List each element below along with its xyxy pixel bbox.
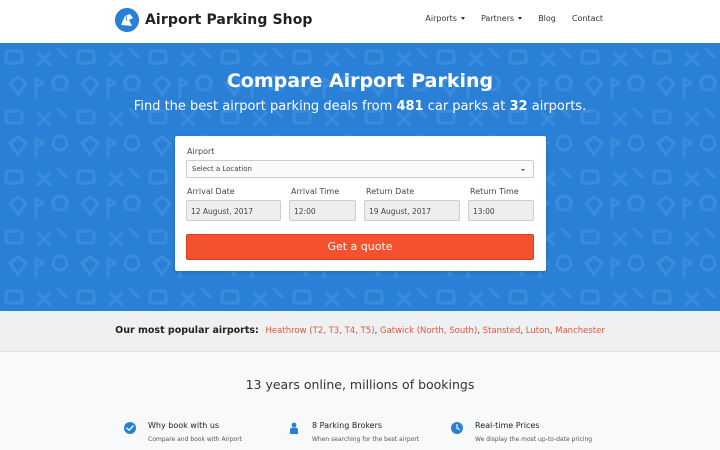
- link-gatwick[interactable]: Gatwick: [380, 326, 414, 336]
- nav-partners[interactable]: Partners: [480, 14, 523, 23]
- link-manchester[interactable]: Manchester: [555, 326, 605, 336]
- arrival-time-field[interactable]: 12:00: [289, 200, 356, 221]
- get-quote-button[interactable]: Get a quote: [186, 234, 534, 260]
- feature-title: Real-time Prices: [475, 421, 540, 430]
- link-luton[interactable]: Luton: [526, 326, 550, 336]
- link-heathrow-t3[interactable]: T3: [329, 326, 340, 336]
- link-heathrow-t5[interactable]: T5: [361, 326, 372, 336]
- hero-subtitle-middle: car parks at: [423, 99, 510, 114]
- brand-logo[interactable]: Airport Parking Shop: [115, 8, 313, 32]
- car-park-count: 481: [396, 99, 424, 114]
- return-date-label: Return Date: [366, 187, 415, 196]
- arrival-time-label: Arrival Time: [291, 187, 340, 196]
- popular-airports-list: Our most popular airports: Heathrow (T2,…: [115, 325, 605, 336]
- nav-airports-label: Airports: [425, 14, 457, 23]
- feature-text: When searching for the best airport: [312, 436, 420, 443]
- link-heathrow-t2[interactable]: T2: [313, 326, 324, 336]
- person-icon: [290, 422, 298, 434]
- chevron-down-icon: [518, 17, 523, 20]
- feature-real-time-prices: Real-time Prices We display the most up-…: [451, 421, 592, 443]
- feature-title: 8 Parking Brokers: [312, 421, 383, 430]
- return-date-field[interactable]: 19 August, 2017: [364, 200, 460, 221]
- logo-icon: [115, 8, 139, 32]
- nav-partners-label: Partners: [480, 14, 515, 23]
- popular-airports-bar: Our most popular airports: Heathrow (T2,…: [0, 311, 720, 352]
- arrival-time-value: 12:00: [294, 207, 316, 216]
- chevron-down-icon: [460, 17, 465, 20]
- arrival-date-label: Arrival Date: [187, 187, 235, 196]
- nav-blog[interactable]: Blog: [538, 14, 556, 23]
- return-time-label: Return Time: [470, 187, 519, 196]
- hero-subtitle-start: Find the best airport parking deals from: [133, 99, 397, 114]
- clock-icon: [451, 422, 463, 434]
- return-time-value: 13:00: [473, 207, 495, 216]
- main-nav: Airports Partners Blog Contact: [409, 14, 603, 23]
- hero-title: Compare Airport Parking: [226, 70, 494, 92]
- hero-subtitle: Find the best airport parking deals from…: [0, 99, 720, 114]
- check-circle-icon: [124, 422, 136, 434]
- brand-name: Airport Parking Shop: [145, 12, 313, 28]
- nav-blog-label: Blog: [538, 14, 556, 23]
- return-time-field[interactable]: 13:00: [468, 200, 534, 221]
- chevron-down-icon: [521, 169, 525, 171]
- link-gatwick-north[interactable]: North: [420, 326, 444, 336]
- nav-contact-label: Contact: [571, 14, 603, 23]
- popular-airports-label: Our most popular airports:: [115, 325, 259, 336]
- airport-label: Airport: [187, 147, 215, 156]
- airport-select[interactable]: Select a Location: [186, 160, 534, 178]
- airport-select-value: Select a Location: [192, 165, 252, 173]
- airport-count: 32: [509, 99, 528, 114]
- nav-airports[interactable]: Airports: [425, 14, 465, 23]
- link-heathrow[interactable]: Heathrow: [266, 326, 307, 336]
- return-date-value: 19 August, 2017: [369, 207, 432, 216]
- link-stansted[interactable]: Stansted: [483, 326, 521, 336]
- feature-parking-brokers: 8 Parking Brokers When searching for the…: [288, 421, 419, 443]
- arrival-date-value: 12 August, 2017: [191, 207, 254, 216]
- quote-form: Airport Select a Location Arrival Date 1…: [175, 136, 546, 271]
- feature-text: Compare and book with Airport: [148, 436, 243, 443]
- link-heathrow-t4[interactable]: T4: [345, 326, 356, 336]
- hero-section: Compare Airport Parking Find the best ai…: [0, 43, 720, 311]
- arrival-date-field[interactable]: 12 August, 2017: [186, 200, 281, 221]
- feature-why-book: Why book with us Compare and book with A…: [124, 421, 242, 443]
- years-online-heading: 13 years online, millions of bookings: [245, 377, 475, 392]
- hero-subtitle-end: airports.: [527, 99, 587, 114]
- feature-text: We display the most up-to-date pricing: [475, 436, 593, 443]
- nav-contact[interactable]: Contact: [572, 14, 603, 23]
- feature-title: Why book with us: [148, 421, 220, 430]
- site-header: Airport Parking Shop Airports Partners B…: [0, 0, 720, 43]
- link-gatwick-south[interactable]: South: [449, 326, 474, 336]
